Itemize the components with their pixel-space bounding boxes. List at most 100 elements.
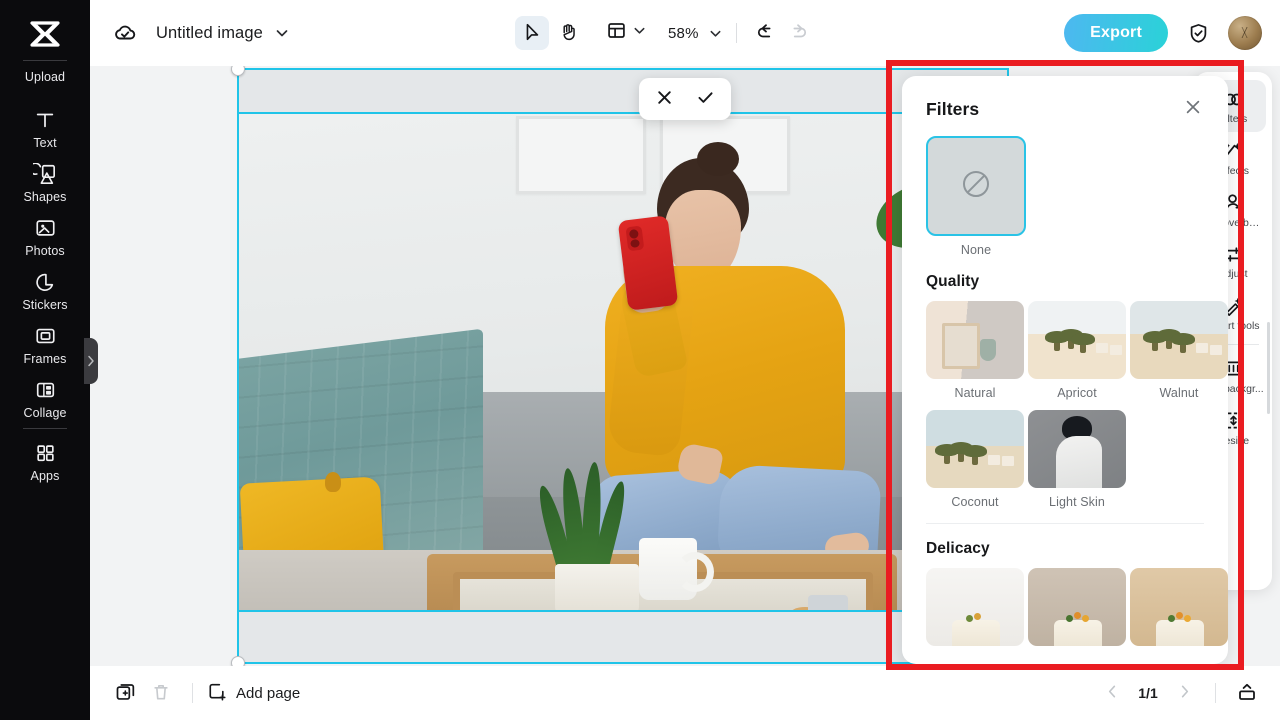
filter-cell-delicacy-3[interactable] — [1130, 568, 1228, 646]
capcut-logo-icon[interactable] — [22, 14, 68, 54]
filters-panel-header: Filters — [902, 76, 1228, 128]
check-icon — [696, 88, 715, 110]
filter-thumb-delicacy-3[interactable] — [1130, 568, 1228, 646]
filter-thumb-walnut[interactable] — [1130, 301, 1228, 379]
scene-red-phone — [617, 215, 679, 311]
right-sidebar-scrollbar[interactable] — [1267, 322, 1270, 414]
sidebar-item-apps[interactable]: Apps — [0, 435, 90, 489]
filter-thumb-none[interactable] — [926, 136, 1026, 236]
title-chevron-down-icon[interactable] — [275, 26, 289, 40]
sidebar-item-label-text: Text — [33, 136, 57, 150]
filters-panel: Filters None Quality Natural Apricot Wal… — [902, 76, 1228, 664]
filter-label-walnut: Walnut — [1159, 386, 1199, 400]
left-sidebar: Upload Text Shapes Photos Stickers Frame… — [0, 0, 90, 720]
capcut-image-editor: Upload Text Shapes Photos Stickers Frame… — [0, 0, 1280, 720]
sidebar-item-photos[interactable]: Photos — [0, 210, 90, 264]
image-selection-frame[interactable] — [237, 112, 1009, 612]
bottom-toolbar-left: Add page — [108, 676, 300, 710]
zoom-control[interactable]: 58% — [668, 25, 722, 42]
add-page-button[interactable]: Add page — [207, 681, 300, 705]
filter-cell-coconut[interactable]: Coconut — [926, 410, 1024, 509]
sidebar-item-frames[interactable]: Frames — [0, 318, 90, 372]
cancel-crop-button[interactable] — [650, 84, 680, 114]
duplicate-page-button[interactable] — [108, 676, 142, 710]
bottom-toolbar-divider-right — [1215, 683, 1216, 703]
panel-collapse-icon — [1236, 681, 1258, 706]
trash-icon — [151, 682, 171, 705]
prev-page-button[interactable] — [1097, 678, 1127, 708]
zoom-level-value: 58% — [668, 24, 699, 42]
sidebar-item-text[interactable]: Text — [0, 102, 90, 156]
toolbar-right-group: Export — [1064, 0, 1262, 66]
filters-panel-body[interactable]: None Quality Natural Apricot Walnut Coco… — [902, 128, 1228, 664]
add-page-plus-icon — [207, 681, 227, 705]
filter-cell-apricot[interactable]: Apricot — [1028, 301, 1126, 400]
add-page-label: Add page — [236, 684, 301, 702]
filter-cell-delicacy-2[interactable] — [1028, 568, 1126, 646]
filter-thumb-delicacy-1[interactable] — [926, 568, 1024, 646]
page-counter: 1/1 — [1138, 685, 1158, 701]
layout-selector[interactable] — [603, 17, 650, 49]
sticker-icon — [33, 269, 57, 295]
filter-cell-none[interactable]: None — [926, 136, 1026, 257]
layout-panels-icon — [607, 21, 626, 45]
filter-label-light-skin: Light Skin — [1049, 495, 1105, 509]
hand-icon — [558, 21, 579, 45]
filter-section-title-quality: Quality — [926, 273, 980, 290]
cloud-check-icon[interactable] — [112, 20, 138, 46]
resize-handle-top-left[interactable] — [231, 66, 245, 76]
bottom-toolbar: Add page 1/1 — [90, 666, 1280, 720]
filter-cell-walnut[interactable]: Walnut — [1130, 301, 1228, 400]
filter-label-coconut: Coconut — [951, 495, 999, 509]
canvas-photo[interactable] — [239, 114, 1007, 610]
filter-thumb-light-skin[interactable] — [1028, 410, 1126, 488]
export-button[interactable]: Export — [1064, 14, 1168, 52]
filter-cell-light-skin[interactable]: Light Skin — [1028, 410, 1126, 509]
confirm-crop-button[interactable] — [690, 84, 720, 114]
cursor-arrow-icon — [522, 22, 542, 45]
bottom-toolbar-divider — [192, 683, 193, 703]
sidebar-item-label-photos: Photos — [25, 244, 65, 258]
layout-chevron-down-icon — [633, 24, 646, 42]
redo-button[interactable] — [783, 18, 813, 48]
shield-check-icon[interactable] — [1184, 19, 1212, 47]
undo-arrow-icon — [756, 21, 776, 46]
toolbar-divider — [735, 23, 737, 43]
pan-tool-button[interactable] — [551, 16, 585, 50]
filter-cell-natural[interactable]: Natural — [926, 301, 1024, 400]
close-x-icon — [656, 89, 673, 109]
filter-thumb-coconut[interactable] — [926, 410, 1024, 488]
sidebar-item-label-upload: Upload — [24, 70, 66, 84]
sidebar-item-upload[interactable]: Upload — [0, 67, 90, 90]
close-filters-panel-button[interactable] — [1180, 96, 1206, 122]
filter-thumb-apricot[interactable] — [1028, 301, 1126, 379]
sidebar-item-stickers[interactable]: Stickers — [0, 264, 90, 318]
filters-panel-title: Filters — [926, 98, 980, 119]
sidebar-collapse-tab[interactable] — [84, 338, 98, 384]
chevron-right-icon — [88, 355, 94, 367]
select-tool-button[interactable] — [515, 16, 549, 50]
resize-handle-bottom-left[interactable] — [231, 656, 245, 666]
sidebar-item-label-apps: Apps — [30, 469, 60, 483]
panel-toggle-button[interactable] — [1232, 678, 1262, 708]
undo-button[interactable] — [751, 18, 781, 48]
sidebar-item-label-stickers: Stickers — [22, 298, 68, 312]
redo-arrow-icon — [788, 21, 808, 46]
sidebar-item-collage[interactable]: Collage — [0, 372, 90, 426]
close-x-icon — [1184, 98, 1202, 121]
zoom-chevron-down-icon[interactable] — [709, 27, 722, 40]
crop-confirm-toolbar — [639, 78, 731, 120]
shapes-icon — [33, 161, 57, 187]
avatar[interactable] — [1228, 16, 1262, 50]
filter-thumb-delicacy-2[interactable] — [1028, 568, 1126, 646]
duplicate-page-icon — [115, 681, 136, 705]
sidebar-item-shapes[interactable]: Shapes — [0, 156, 90, 210]
sidebar-divider-bottom — [23, 428, 67, 429]
next-page-button[interactable] — [1169, 678, 1199, 708]
filter-cell-delicacy-1[interactable] — [926, 568, 1024, 646]
filter-thumb-natural[interactable] — [926, 301, 1024, 379]
delete-page-button[interactable] — [144, 676, 178, 710]
filter-grid-delicacy — [926, 568, 1228, 646]
collage-layout-icon — [34, 377, 57, 403]
page-title[interactable]: Untitled image — [156, 24, 263, 43]
